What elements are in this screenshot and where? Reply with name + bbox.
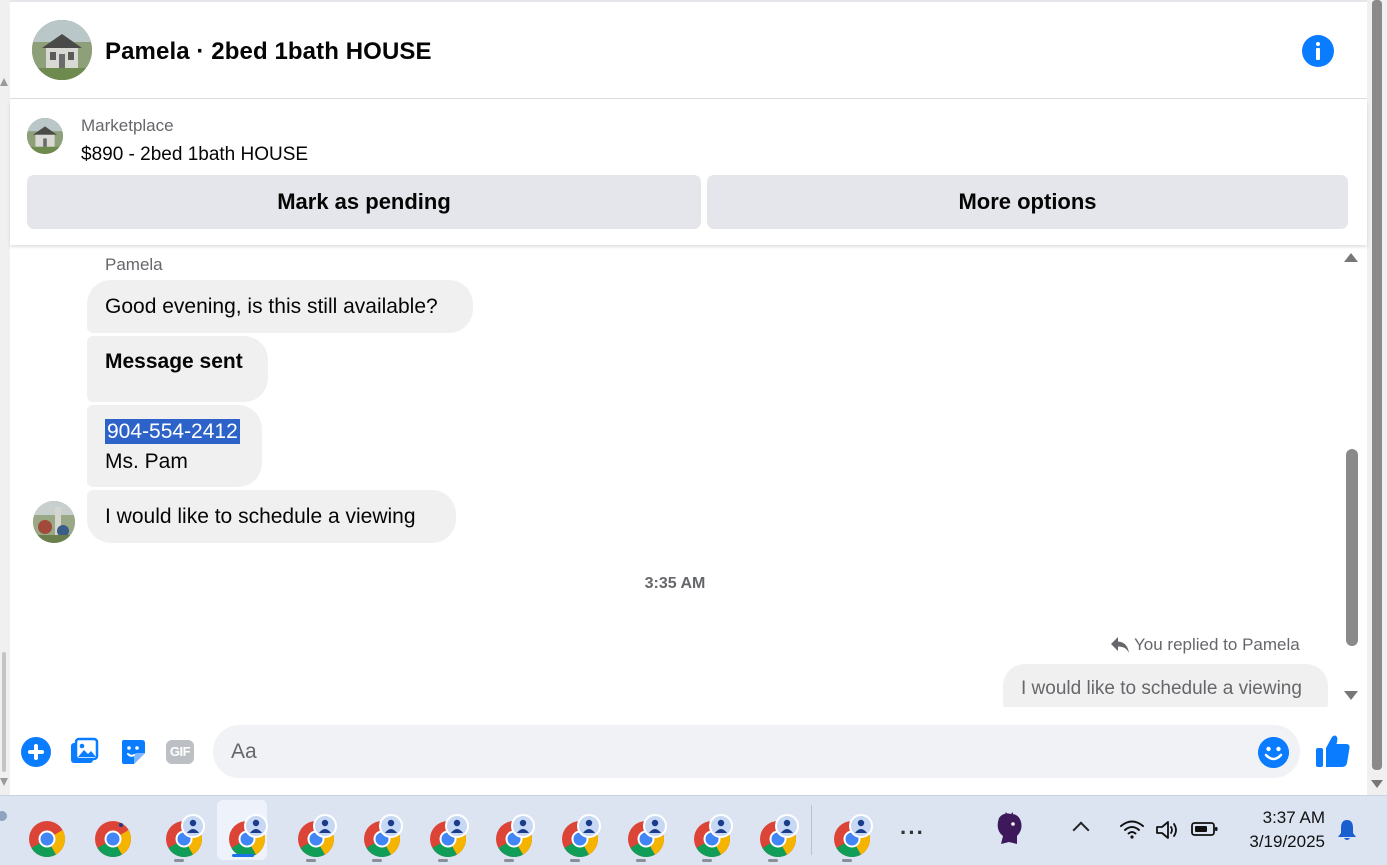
chat-header: Pamela · 2bed 1bath HOUSE <box>10 2 1367 99</box>
profile-avatar-icon <box>379 814 403 838</box>
taskbar-divider <box>811 805 812 855</box>
taskbar-chrome-profile[interactable] <box>352 805 403 865</box>
info-icon[interactable] <box>1302 35 1334 67</box>
outer-scrollbar-right[interactable] <box>1367 0 1387 795</box>
taskbar-chrome-profile[interactable] <box>286 805 337 865</box>
taskbar-chrome-profile[interactable] <box>550 805 601 865</box>
plus-icon[interactable] <box>21 737 51 767</box>
chrome-icon <box>29 821 66 858</box>
message-bubble[interactable]: 904-554-2412 Ms. Pam <box>87 405 262 487</box>
profile-avatar-icon <box>445 814 469 838</box>
sticker-icon[interactable] <box>118 737 148 767</box>
wifi-icon[interactable] <box>1119 819 1145 839</box>
profile-avatar-icon <box>511 814 535 838</box>
scroll-down-arrow-icon[interactable] <box>1371 780 1383 788</box>
running-indicator <box>174 859 184 862</box>
scrollbar-thumb[interactable] <box>1372 0 1382 770</box>
emoji-icon[interactable] <box>1258 737 1289 768</box>
taskbar-chrome-profile-active[interactable] <box>217 800 268 860</box>
running-indicator <box>372 859 382 862</box>
sender-name: Pamela <box>105 255 163 274</box>
notification-bell-icon[interactable] <box>1336 818 1358 842</box>
listing-title[interactable]: $890 - 2bed 1bath HOUSE <box>81 144 308 166</box>
chrome-icon <box>95 821 132 858</box>
message-input[interactable] <box>213 725 1300 778</box>
taskbar-chrome-profile[interactable] <box>616 805 667 865</box>
running-indicator <box>636 859 646 862</box>
listing-avatar[interactable] <box>32 20 92 80</box>
premier-league-lion-icon[interactable] <box>993 812 1025 846</box>
profile-avatar-icon <box>577 814 601 838</box>
more-options-button[interactable]: More options <box>707 175 1348 229</box>
taskbar-chrome-profile[interactable] <box>154 805 205 865</box>
reply-arrow-icon <box>1111 637 1129 653</box>
running-indicator <box>504 859 514 862</box>
taskbar-more-icon[interactable]: ··· <box>900 820 925 846</box>
scroll-up-arrow-icon[interactable] <box>0 78 8 86</box>
battery-icon[interactable] <box>1191 821 1219 837</box>
chat-title[interactable]: Pamela · 2bed 1bath HOUSE <box>105 38 432 66</box>
profile-avatar-icon <box>709 814 733 838</box>
clock-date[interactable]: 3/19/2025 <box>1225 832 1325 852</box>
thumbs-up-icon[interactable] <box>1315 734 1351 768</box>
taskbar-chrome-profile[interactable] <box>88 805 138 865</box>
reply-note: You replied to Pamela <box>1110 635 1300 655</box>
volume-icon[interactable] <box>1155 819 1181 841</box>
scroll-down-arrow-icon[interactable] <box>0 778 8 786</box>
mark-as-pending-button[interactable]: Mark as pending <box>27 175 701 229</box>
running-indicator <box>232 854 254 857</box>
message-scrollbar-thumb[interactable] <box>1346 449 1358 646</box>
listing-source-label: Marketplace <box>81 116 174 135</box>
profile-avatar-icon <box>181 814 205 838</box>
message-list[interactable]: Pamela Good evening, is this still avail… <box>10 245 1367 707</box>
message-bubble[interactable]: I would like to schedule a viewing <box>87 490 456 543</box>
replied-quote-bubble[interactable]: I would like to schedule a viewing <box>1003 664 1328 707</box>
running-indicator <box>842 859 852 862</box>
phone-number-selected[interactable]: 904-554-2412 <box>105 419 240 444</box>
running-indicator <box>570 859 580 862</box>
message-bubble[interactable]: Message sent <box>87 336 268 402</box>
message-bubble[interactable]: Good evening, is this still available? <box>87 280 473 333</box>
profile-avatar-icon <box>643 814 667 838</box>
marketplace-listing-panel: Marketplace $890 - 2bed 1bath HOUSE Mark… <box>10 100 1367 245</box>
running-indicator <box>306 859 316 862</box>
reply-note-text: You replied to Pamela <box>1134 635 1300 654</box>
gif-icon[interactable]: GIF <box>166 740 194 764</box>
profile-avatar-icon <box>313 814 337 838</box>
listing-thumbnail[interactable] <box>27 118 63 154</box>
chat-window: Pamela · 2bed 1bath HOUSE Marketplace $8… <box>10 0 1367 797</box>
taskbar-chrome-profile[interactable] <box>418 805 469 865</box>
taskbar-chrome-profile[interactable] <box>822 805 873 865</box>
message-composer: GIF <box>10 707 1367 797</box>
message-scroll-down-icon[interactable] <box>1344 691 1358 700</box>
clock-time[interactable]: 3:37 AM <box>1240 808 1325 828</box>
photo-icon[interactable] <box>69 737 99 767</box>
scrollbar-thumb[interactable] <box>2 652 6 772</box>
profile-dot-icon <box>119 823 123 827</box>
taskbar-chrome[interactable] <box>22 805 72 865</box>
running-indicator <box>438 859 448 862</box>
sender-avatar[interactable] <box>33 501 75 543</box>
taskbar-chrome-profile[interactable] <box>484 805 535 865</box>
taskbar-chrome-profile[interactable] <box>748 805 799 865</box>
taskbar-chrome-profile[interactable] <box>682 805 733 865</box>
taskbar-edge-icon <box>0 811 7 821</box>
message-timestamp: 3:35 AM <box>644 575 706 592</box>
message-signature: Ms. Pam <box>105 450 188 473</box>
profile-avatar-icon <box>775 814 799 838</box>
profile-avatar-icon <box>849 814 873 838</box>
running-indicator <box>768 859 778 862</box>
profile-avatar-icon <box>244 814 268 838</box>
outer-scrollbar-left[interactable] <box>0 0 10 795</box>
running-indicator <box>702 859 712 862</box>
message-scroll-up-icon[interactable] <box>1344 253 1358 262</box>
